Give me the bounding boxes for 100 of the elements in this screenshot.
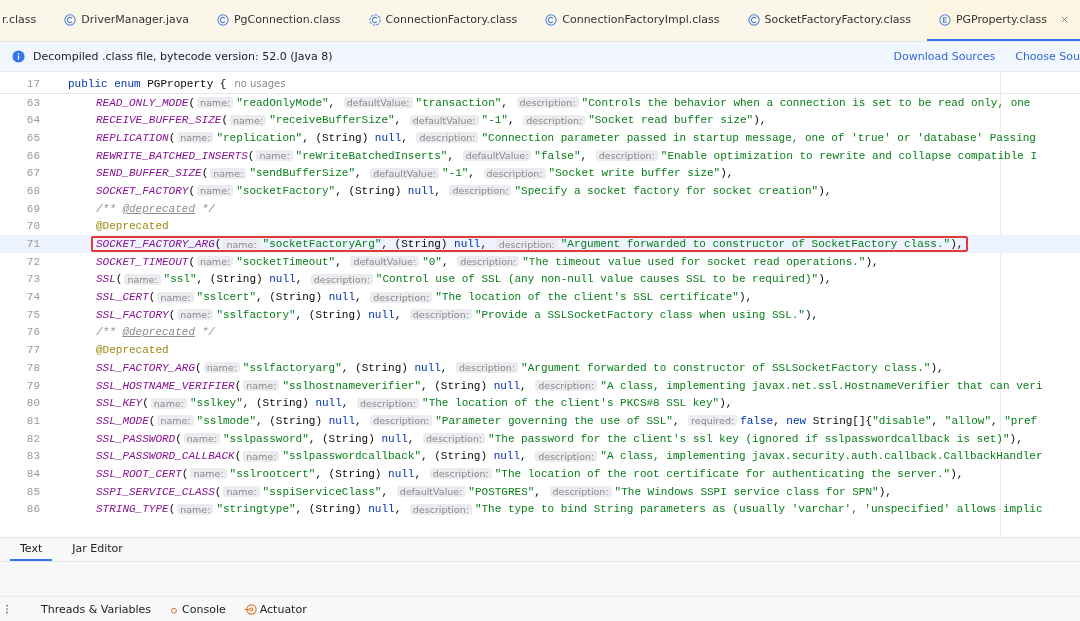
code-text: ( <box>201 167 209 180</box>
code-text: , <box>434 184 442 197</box>
inlay-hint: description: <box>409 503 472 515</box>
comment: */ <box>200 326 215 339</box>
code-text: , (String) <box>302 131 370 144</box>
keyword: null <box>381 432 408 445</box>
identifier: RECEIVE_BUFFER_SIZE <box>96 114 222 127</box>
editor-tab[interactable]: Text <box>10 538 53 561</box>
line-number: 72 <box>25 255 41 268</box>
string-literal: "sslrootcert" <box>229 467 316 480</box>
identifier: SSL_ROOT_CERT <box>96 467 182 480</box>
string-literal: "0" <box>422 255 442 268</box>
code-text: , <box>355 414 363 427</box>
code-text: ( <box>221 114 229 127</box>
file-tab[interactable]: SocketFactoryFactory.class <box>735 0 927 41</box>
code-text: ), <box>878 485 892 498</box>
editor-tab[interactable]: Jar Editor <box>62 538 133 561</box>
string-literal: "A class, implementing javax.net.ssl.HostnameVerifier that can veri <box>600 379 1043 392</box>
line-number: 67 <box>25 167 41 180</box>
class-icon <box>216 13 229 26</box>
inlay-hint: name: <box>203 362 240 374</box>
code-text: , (String) <box>196 273 264 286</box>
annotation: @Deprecated <box>96 344 169 357</box>
keyword: null <box>493 379 521 392</box>
inlay-hint: defaultValue: <box>409 114 479 126</box>
close-icon[interactable] <box>1059 15 1069 24</box>
string-literal: "A class, implementing javax.security.auth.callback.CallbackHandler <box>600 450 1043 463</box>
inlay-hint: name: <box>124 273 161 285</box>
line-number: 81 <box>25 414 41 427</box>
string-literal: "Argument forwarded to constructor of SSLSocketFactory class." <box>521 361 931 374</box>
line-number: 85 <box>25 485 41 498</box>
identifier: SSL_KEY <box>96 397 143 410</box>
file-tab[interactable]: r.class <box>0 0 53 41</box>
code-text: ), <box>865 255 879 268</box>
comment: /** <box>96 326 117 339</box>
inlay-hint: name: <box>197 256 234 268</box>
code-text: , <box>394 503 403 516</box>
code-text: , <box>335 255 343 268</box>
identifier: SSL_PASSWORD <box>96 432 176 445</box>
string-literal: "stringtype" <box>216 503 296 516</box>
code-text: ), <box>818 184 832 197</box>
file-tab[interactable]: DriverManager.java <box>52 0 205 41</box>
file-tab[interactable]: ConnectionFactory.class <box>356 0 534 41</box>
file-tab[interactable]: ConnectionFactoryImpl.class <box>533 0 736 41</box>
info-link[interactable]: Download Sources <box>893 50 996 63</box>
code-text: ( <box>148 414 156 427</box>
inlay-hint: defaultValue: <box>343 97 413 109</box>
info-message: Decompiled .class file, bytecode version: 52.0 (Java 8) <box>33 50 333 63</box>
code-text: ( <box>115 273 123 286</box>
code-text: , <box>580 149 589 162</box>
line-number: 65 <box>25 131 41 144</box>
inlay-hint: defaultValue: <box>462 150 532 162</box>
code-text: , (String) <box>256 291 323 304</box>
keyword: new <box>786 414 807 427</box>
line-number: 70 <box>25 220 41 233</box>
inlay-hint: name: <box>210 167 247 179</box>
inlay-hint: description: <box>495 238 558 250</box>
line-number: 86 <box>25 503 41 516</box>
string-literal: "readOnlyMode" <box>236 96 329 109</box>
tool-window-button[interactable]: Threads & Variables <box>41 602 152 616</box>
keyword: null <box>493 450 521 463</box>
tool-window-button[interactable]: Actuator <box>243 602 307 616</box>
code-text: , (String) <box>381 238 449 251</box>
code-text: ), <box>1009 432 1023 445</box>
code-text: ( <box>188 184 196 197</box>
file-tab[interactable]: PgConnection.class <box>204 0 357 41</box>
inlay-hint: description: <box>416 132 479 144</box>
code-text: , (String) <box>341 361 409 374</box>
line-number: 73 <box>25 273 41 286</box>
code-text: ), <box>950 238 964 251</box>
code-text: , (String) <box>335 184 403 197</box>
code-text: , (String) <box>308 432 376 445</box>
inlay-hint: description: <box>535 380 598 392</box>
info-link[interactable]: Choose Sou <box>1015 50 1080 63</box>
file-tab[interactable]: PGProperty.class <box>926 0 1080 41</box>
code-text: , <box>407 432 416 445</box>
line-number: 77 <box>25 344 41 357</box>
comment: /** <box>96 202 117 215</box>
code-text: , <box>328 96 337 109</box>
doc-tag: @deprecated <box>122 326 196 339</box>
code-text: , <box>355 167 363 180</box>
code-text: , <box>394 114 403 127</box>
inlay-hint: name: <box>243 380 280 392</box>
class-icon <box>747 13 760 26</box>
inlay-hint: description: <box>549 486 612 498</box>
keyword: null <box>407 184 435 197</box>
string-literal: "The password for the client's ssl key (ignored if sslpasswordcallback is set)" <box>488 432 1010 445</box>
inlay-hint: description: <box>370 291 433 303</box>
inlay-hint: description: <box>523 114 586 126</box>
keyword: null <box>388 467 415 480</box>
code-text: ), <box>719 397 733 410</box>
inlay-hint: description: <box>595 150 658 162</box>
code-text: , <box>394 308 403 321</box>
line-number: 80 <box>25 397 41 410</box>
tool-window-button[interactable]: Console <box>169 602 226 616</box>
code-text: ( <box>234 379 242 392</box>
identifier: STRING_TYPE <box>96 503 169 516</box>
code-text: ( <box>214 238 222 251</box>
annotation: @Deprecated <box>96 220 169 233</box>
more-icon[interactable] <box>5 603 9 615</box>
